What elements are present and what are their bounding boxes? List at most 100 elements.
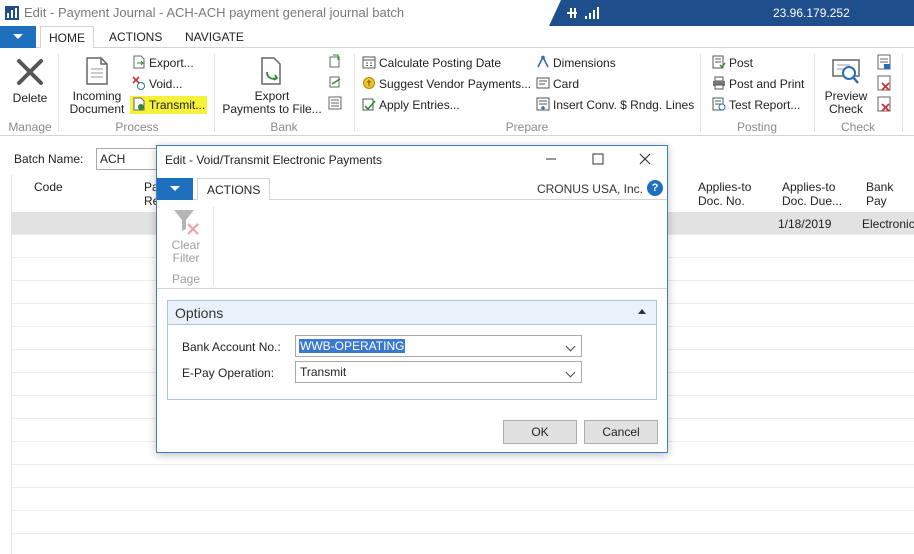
void-button[interactable]: Void... <box>132 75 182 93</box>
tab-home[interactable]: HOME <box>40 26 94 49</box>
epay-operation-value: Transmit <box>300 365 347 379</box>
tab-actions[interactable]: ACTIONS <box>197 178 271 201</box>
export-icon <box>133 55 145 69</box>
card-icon <box>536 77 550 89</box>
chevron-down-icon[interactable] <box>565 341 576 352</box>
preview-check-button[interactable]: Preview Check <box>820 56 872 116</box>
bank-account-value: WWB-OPERATING <box>299 339 406 353</box>
suggest-vendor-payments-button[interactable]: Suggest Vendor Payments... <box>362 75 531 93</box>
card-label: Card <box>553 77 580 91</box>
delete-label: Delete <box>12 91 48 105</box>
dialog-ribbon: Clear Filter Page <box>157 201 667 289</box>
test-report-label: Test Report... <box>729 98 801 112</box>
group-label-check: Check <box>840 120 875 134</box>
dialog-menu-button[interactable] <box>157 178 193 200</box>
window-title: Edit - Payment Journal - ACH-ACH payment… <box>24 5 405 20</box>
cell-bank-pay: Electronic <box>862 217 914 231</box>
apply-entries-button[interactable]: Apply Entries... <box>362 96 460 114</box>
transmit-button[interactable]: Transmit... <box>130 96 208 114</box>
options-header[interactable]: Options <box>168 301 656 325</box>
minimize-icon[interactable] <box>541 150 561 168</box>
post-and-print-label: Post and Print <box>729 77 805 91</box>
export-button[interactable]: Export... <box>132 54 194 72</box>
card-button[interactable]: Card <box>536 75 579 93</box>
group-label-bank: Bank <box>270 120 298 134</box>
group-label-page: Page <box>171 272 201 286</box>
delete-button[interactable]: Delete <box>6 56 54 105</box>
void-label: Void... <box>149 77 183 91</box>
document-icon <box>86 57 108 85</box>
calendar-icon <box>362 56 376 69</box>
bank-list-icon[interactable] <box>328 96 342 110</box>
column-header-bank-pay[interactable]: Bank Pay <box>866 180 914 208</box>
insert-conv-rounding-label: Insert Conv. $ Rndg. Lines <box>553 98 695 112</box>
bank-import-icon[interactable] <box>328 54 342 68</box>
preview-check-label-2: Check <box>828 102 863 116</box>
insert-conv-rounding-button[interactable]: Insert Conv. $ Rndg. Lines <box>536 96 694 114</box>
tab-navigate[interactable]: NAVIGATE <box>177 26 252 49</box>
apply-entries-label: Apply Entries... <box>379 98 460 112</box>
chevron-down-icon[interactable] <box>565 367 576 378</box>
cancel-button[interactable]: Cancel <box>584 420 658 444</box>
print-check-icon[interactable] <box>876 54 892 70</box>
group-label-prepare: Prepare <box>505 120 549 134</box>
table-row[interactable] <box>12 511 914 534</box>
void-check-icon[interactable] <box>876 75 892 91</box>
column-header-applies-to-doc-due[interactable]: Applies-to Doc. Due... <box>782 180 842 208</box>
export-payments-button[interactable]: Export Payments to File... <box>222 56 322 116</box>
bank-account-row: Bank Account No.: WWB-OPERATING <box>168 335 656 359</box>
column-header-applies-to-doc-no[interactable]: Applies-to Doc. No. <box>698 180 751 208</box>
app-menu-button[interactable] <box>0 26 36 48</box>
collapse-chevron-icon[interactable] <box>638 309 646 314</box>
preview-check-icon <box>832 59 860 84</box>
tab-actions[interactable]: ACTIONS <box>101 26 170 49</box>
transmit-icon <box>133 97 145 111</box>
ok-button[interactable]: OK <box>503 420 577 444</box>
epay-operation-select[interactable]: Transmit <box>295 361 582 383</box>
app-icon <box>5 6 19 20</box>
dimensions-icon <box>537 55 549 68</box>
help-icon[interactable]: ? <box>647 180 663 196</box>
clear-filter-label-2: Filter <box>172 251 200 265</box>
void-transmit-dialog: Edit - Void/Transmit Electronic Payments… <box>156 145 668 453</box>
remote-ip: 23.96.179.252 <box>773 6 850 20</box>
test-report-icon <box>712 97 726 111</box>
bank-account-label: Bank Account No.: <box>182 340 281 354</box>
epay-operation-row: E-Pay Operation: Transmit <box>168 361 656 385</box>
clear-filter-button[interactable]: Clear Filter <box>167 207 205 265</box>
close-icon[interactable] <box>635 150 655 168</box>
maximize-icon[interactable] <box>588 150 608 168</box>
post-icon <box>712 55 726 69</box>
batch-name-label: Batch Name: <box>14 152 84 166</box>
group-label-posting: Posting <box>736 120 778 134</box>
delete-icon <box>17 59 43 85</box>
dimensions-button[interactable]: Dimensions <box>536 54 616 72</box>
apply-entries-icon <box>362 98 376 111</box>
post-button[interactable]: Post <box>712 54 753 72</box>
title-bar: Edit - Payment Journal - ACH-ACH payment… <box>0 0 914 26</box>
export-payments-label-2: Payments to File... <box>222 102 322 116</box>
table-row[interactable] <box>12 488 914 511</box>
options-fasttab: Options Bank Account No.: WWB-OPERATING … <box>167 300 657 400</box>
epay-operation-label: E-Pay Operation: <box>182 366 275 380</box>
remote-connection-bar: 23.96.179.252 <box>549 0 914 26</box>
export-label: Export... <box>149 56 194 70</box>
test-report-button[interactable]: Test Report... <box>712 96 800 114</box>
calculate-posting-date-button[interactable]: Calculate Posting Date <box>362 54 501 72</box>
column-header-code[interactable]: Code <box>34 180 63 194</box>
transmit-label: Transmit... <box>149 98 206 112</box>
column-header-applies-to-doc-due-line1: Applies-to <box>782 180 836 194</box>
clear-filter-icon <box>174 210 199 235</box>
void-all-checks-icon[interactable] <box>876 96 892 112</box>
printer-icon <box>713 76 725 90</box>
options-title: Options <box>175 305 224 321</box>
bank-account-field[interactable]: WWB-OPERATING <box>295 335 582 357</box>
suggest-vendor-payments-label: Suggest Vendor Payments... <box>379 77 532 91</box>
incoming-document-button[interactable]: Incoming Document <box>64 56 130 116</box>
post-and-print-button[interactable]: Post and Print <box>712 75 804 93</box>
table-row[interactable] <box>12 465 914 488</box>
group-label-process: Process <box>115 120 159 134</box>
bank-reconcile-icon[interactable] <box>328 75 342 89</box>
company-name: CRONUS USA, Inc. <box>536 182 643 196</box>
dimensions-label: Dimensions <box>553 56 616 70</box>
